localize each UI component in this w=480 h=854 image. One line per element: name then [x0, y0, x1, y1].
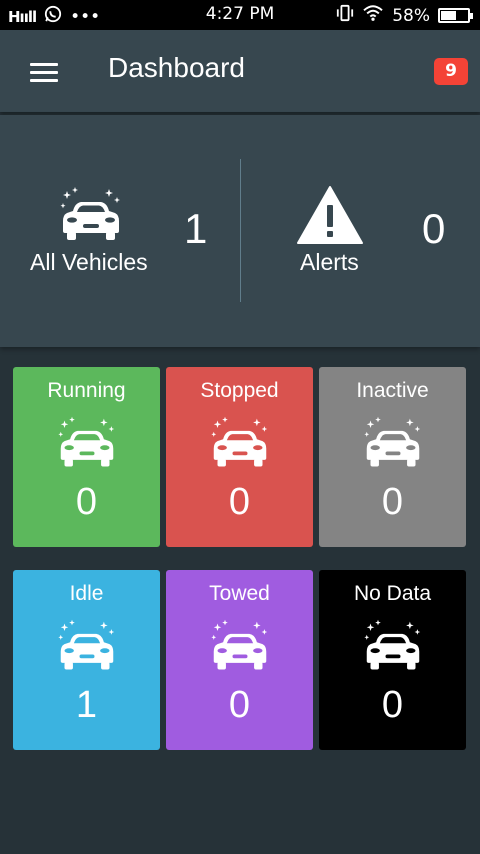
car-icon: [57, 618, 117, 674]
vibrate-icon: [336, 4, 354, 27]
car-icon: [210, 618, 270, 674]
battery-fill: [441, 11, 457, 20]
alerts-count: 0: [422, 205, 446, 252]
battery-percent: 58%: [392, 5, 430, 26]
tile-idle[interactable]: Idle 1: [13, 570, 160, 750]
menu-button[interactable]: [30, 58, 66, 86]
tile-label: Inactive: [356, 379, 429, 402]
summary-card: All Vehicles 1 Alerts 0: [0, 115, 480, 347]
alerts-label: Alerts: [300, 249, 359, 275]
tile-no-data[interactable]: No Data 0: [319, 570, 466, 750]
alerts-summary[interactable]: Alerts 0: [240, 115, 480, 347]
tile-count: 0: [228, 481, 251, 523]
tile-towed[interactable]: Towed 0: [166, 570, 313, 750]
tile-inactive[interactable]: Inactive 0: [319, 367, 466, 547]
tile-label: No Data: [353, 582, 432, 605]
tile-label: Idle: [69, 582, 104, 605]
car-icon: [210, 415, 270, 471]
tile-label: Towed: [209, 582, 270, 605]
hamburger-icon: [30, 63, 58, 66]
hamburger-icon: [30, 79, 58, 82]
notification-badge[interactable]: 9: [434, 58, 468, 85]
status-bar: Hııll ••• 4:27 PM 58%: [0, 0, 480, 30]
tile-count: 0: [75, 481, 98, 523]
hamburger-icon: [30, 71, 58, 74]
tile-stopped[interactable]: Stopped 0: [166, 367, 313, 547]
page-title: Dashboard: [108, 52, 245, 83]
tile-count: 0: [381, 684, 404, 726]
tile-label: Stopped: [200, 379, 279, 402]
status-right: 58%: [336, 4, 473, 27]
battery-icon: [438, 8, 473, 23]
all-vehicles-label: All Vehicles: [30, 249, 148, 275]
wifi-icon: [362, 4, 384, 27]
tile-count: 0: [228, 684, 251, 726]
tile-count: 0: [381, 481, 404, 523]
app-bar: Dashboard 9: [0, 30, 480, 112]
tile-label: Running: [47, 379, 126, 402]
tile-count: 1: [75, 684, 98, 726]
car-icon: [363, 618, 423, 674]
all-vehicles-count: 1: [184, 205, 208, 252]
car-icon: [57, 415, 117, 471]
all-vehicles-summary[interactable]: All Vehicles 1: [0, 115, 240, 347]
car-icon: [58, 187, 124, 243]
tile-running[interactable]: Running 0: [13, 367, 160, 547]
car-icon: [363, 415, 423, 471]
warning-icon: [297, 186, 363, 244]
